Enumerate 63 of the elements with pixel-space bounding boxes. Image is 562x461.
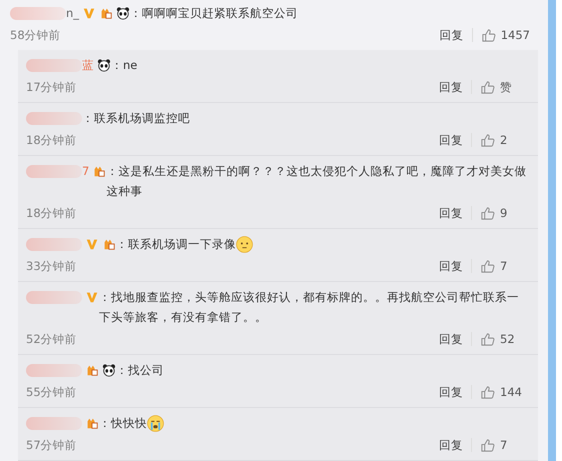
medal-icon (92, 164, 106, 178)
like-button[interactable]: 7 (480, 438, 528, 452)
comment-text: ：联系机场调一下录像 (116, 234, 528, 254)
comment-text: ：找地服查监控，头等舱应该很好认，都有标牌的。。再找航空公司帮忙联系一下头等旅客，有没有拿错了。。 (99, 289, 520, 326)
timestamp: 55分钟前 (26, 384, 77, 400)
like-button[interactable]: 144 (480, 384, 528, 400)
user-name[interactable]: n_ (66, 3, 80, 23)
blurred-name (10, 6, 66, 20)
thumbs-up-icon (480, 80, 495, 94)
like-button[interactable]: 1457 (480, 28, 530, 42)
panda-icon (116, 6, 130, 20)
like-button[interactable]: 52 (480, 332, 528, 346)
like-button[interactable]: 赞 (480, 80, 528, 94)
verified-v-icon (85, 237, 99, 251)
comment-text: ：快快快 (99, 413, 528, 433)
reply-link[interactable]: 回复 (439, 332, 463, 346)
medal-icon (99, 6, 114, 20)
smiley-emoji-icon (236, 236, 253, 254)
blurred-name (26, 238, 82, 250)
panda-icon (97, 58, 111, 72)
reply-link[interactable]: 回复 (439, 80, 463, 94)
reply-link[interactable]: 回复 (439, 206, 463, 220)
reply-link[interactable]: 回复 (440, 28, 464, 42)
comment-text: ：找公司 (116, 362, 165, 379)
blurred-name (26, 290, 82, 304)
like-button[interactable]: 7 (480, 258, 528, 274)
thumbs-up-icon (480, 332, 495, 346)
timestamp: 17分钟前 (26, 80, 77, 94)
medal-icon (85, 416, 99, 430)
reply-link[interactable]: 回复 (439, 258, 463, 274)
blurred-name (26, 58, 82, 72)
thumbs-up-icon (480, 28, 496, 42)
timestamp: 52分钟前 (26, 332, 77, 346)
thumbs-up-icon (480, 206, 495, 220)
thumbs-up-icon (480, 384, 495, 400)
scrollbar[interactable] (548, 0, 556, 461)
panda-icon (102, 363, 116, 377)
timestamp: 18分钟前 (26, 132, 77, 148)
verified-v-icon (82, 6, 96, 20)
reply-link[interactable]: 回复 (439, 438, 463, 452)
comment-text: ：这是私生还是黑粉干的啊？？？这也太侵犯个人隐私了吧，魔障了才对美女做这种事 (106, 163, 528, 200)
timestamp: 58分钟前 (10, 28, 61, 42)
timestamp: 33分钟前 (26, 258, 77, 274)
like-button[interactable]: 2 (480, 132, 528, 148)
like-button[interactable]: 9 (480, 206, 528, 220)
crying-emoji-icon (147, 415, 164, 432)
blurred-name (26, 364, 82, 376)
comment-text: ：啊啊啊宝贝赶紧联系航空公司 (130, 5, 300, 22)
thumbs-up-icon (480, 258, 495, 274)
blurred-name (26, 416, 82, 430)
reply-link[interactable]: 回复 (439, 384, 463, 400)
blurred-name (26, 112, 82, 124)
timestamp: 18分钟前 (26, 206, 77, 220)
verified-v-icon (85, 290, 99, 304)
reply-link[interactable]: 回复 (439, 132, 463, 148)
thumbs-up-icon (480, 438, 495, 452)
timestamp: 57分钟前 (26, 438, 77, 452)
blurred-name (26, 164, 82, 178)
comment-text: ：联系机场调监控吧 (82, 110, 191, 127)
comment-text: ：ne (111, 57, 138, 74)
thumbs-up-icon (480, 132, 495, 148)
medal-icon (102, 237, 116, 251)
medal-icon (85, 363, 99, 377)
